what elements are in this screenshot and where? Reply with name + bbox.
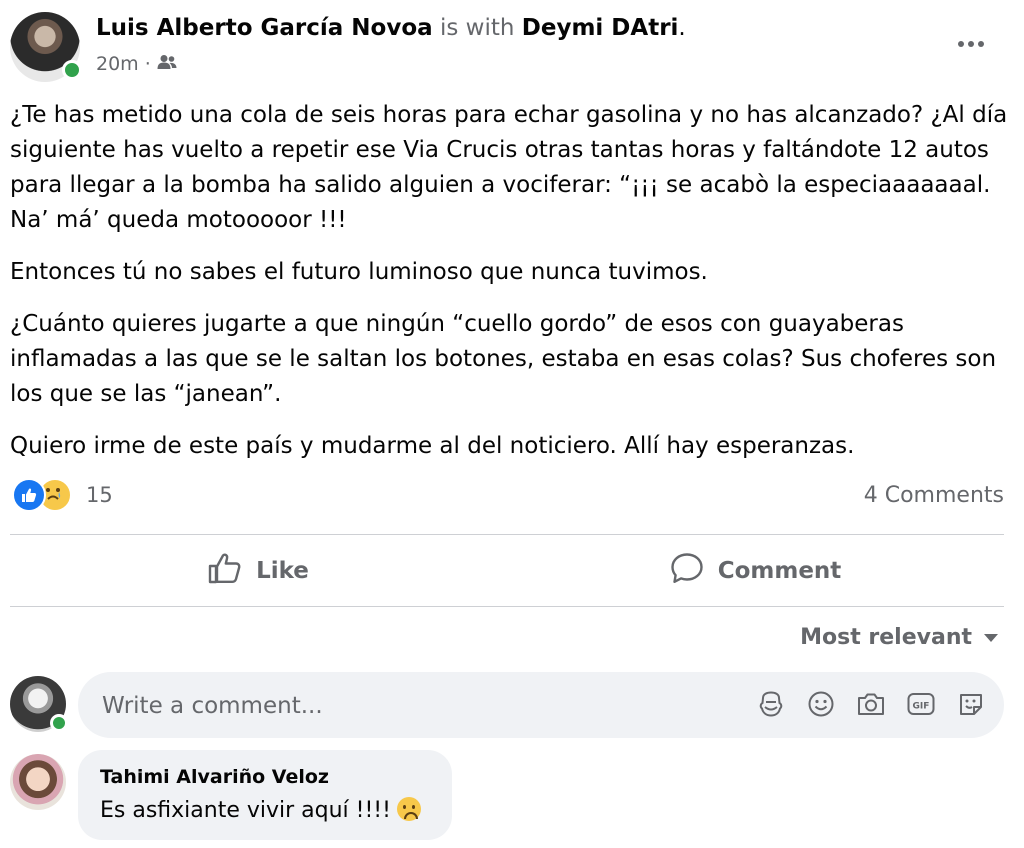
friends-icon[interactable] <box>157 53 177 75</box>
reactions-summary[interactable]: 15 <box>12 478 113 512</box>
like-label: Like <box>256 558 309 584</box>
with-text: is with <box>439 15 515 41</box>
commenter-avatar[interactable] <box>10 754 66 810</box>
comment-composer: GIF <box>78 672 1004 740</box>
tagged-person[interactable]: Deymi DAtri <box>522 15 679 41</box>
comments-count-link[interactable]: 4 Comments <box>864 483 1004 508</box>
more-dot <box>968 41 974 47</box>
post-paragraph: Quiero irme de este país y mudarme al de… <box>10 433 855 459</box>
author-avatar[interactable] <box>10 12 82 82</box>
action-bar: Like Comment <box>10 538 1004 604</box>
post-header: Luis Alberto García Novoa is with Deymi … <box>96 15 686 41</box>
speech-bubble-icon <box>670 552 704 590</box>
online-status-indicator <box>50 714 68 732</box>
like-button[interactable]: Like <box>10 538 507 604</box>
divider <box>10 534 1004 535</box>
post-body: ¿Te has metido una cola de seis horas pa… <box>10 98 1010 481</box>
post-paragraph: Entonces tú no sabes el futuro luminoso … <box>10 259 708 285</box>
post-paragraph: ¿Cuánto quieres jugarte a que ningún “cu… <box>10 311 997 407</box>
emoji-icon[interactable] <box>806 689 836 719</box>
camera-icon[interactable] <box>856 689 886 719</box>
more-dot <box>958 41 964 47</box>
more-options-button[interactable] <box>948 26 994 62</box>
post-timestamp[interactable]: 20m <box>96 53 139 75</box>
post-paragraph: ¿Te has metido una cola de seis horas pa… <box>10 102 1008 233</box>
comment-label: Comment <box>717 558 842 584</box>
comment-text-line: Es asfixiante vivir aquí !!!! <box>100 797 421 823</box>
sad-face-emoji-icon <box>396 797 421 821</box>
comment-text: Es asfixiante vivir aquí !!!! <box>100 798 391 823</box>
commenter-photo <box>10 754 66 810</box>
post-meta: 20m · <box>96 53 177 75</box>
reaction-count: 15 <box>86 483 113 507</box>
divider <box>10 606 1004 607</box>
comment-author[interactable]: Tahimi Alvariño Veloz <box>100 766 329 788</box>
online-status-indicator <box>62 60 82 80</box>
thumbs-up-icon <box>208 552 242 590</box>
svg-text:GIF: GIF <box>913 702 930 712</box>
sticker-icon[interactable] <box>956 689 986 719</box>
author-name[interactable]: Luis Alberto García Novoa <box>96 15 433 41</box>
comment-sort-dropdown[interactable]: Most relevant <box>800 625 998 650</box>
comment-button[interactable]: Comment <box>507 538 1004 604</box>
comment-input[interactable] <box>100 672 704 740</box>
current-user-avatar[interactable] <box>10 676 68 732</box>
caret-down-icon <box>984 633 998 642</box>
avatar-sticker-icon[interactable] <box>756 689 786 719</box>
more-dot <box>978 41 984 47</box>
sort-label: Most relevant <box>800 625 972 650</box>
facebook-post: Luis Alberto García Novoa is with Deymi … <box>0 0 1024 848</box>
composer-tools: GIF <box>756 689 986 719</box>
comment-bubble: Tahimi Alvariño Veloz Es asfixiante vivi… <box>78 750 452 840</box>
like-icon <box>12 478 46 512</box>
meta-separator: · <box>144 53 151 75</box>
tagged-suffix: . <box>678 15 686 41</box>
gif-icon[interactable]: GIF <box>906 689 936 719</box>
